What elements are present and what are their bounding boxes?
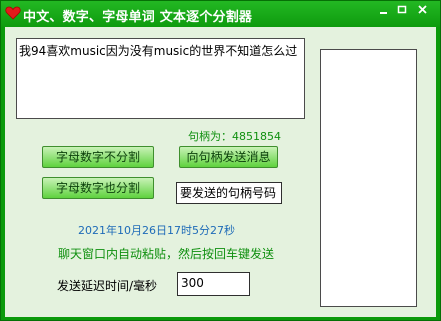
timestamp: 2021年10月26日17时5分27秒	[78, 224, 235, 237]
handle-label: 句柄为：4851854	[188, 130, 281, 143]
close-icon[interactable]	[415, 3, 431, 18]
split-letters-button[interactable]: 字母数字也分割	[42, 177, 154, 199]
window-title: 中文、数字、字母单词 文本逐个分割器	[23, 10, 253, 25]
delay-input[interactable]: 300	[177, 272, 250, 296]
delay-label: 发送延迟时间/毫秒	[57, 279, 158, 293]
maximize-icon[interactable]	[395, 3, 411, 18]
title-bar[interactable]: 中文、数字、字母单词 文本逐个分割器	[1, 1, 440, 27]
no-split-letters-button[interactable]: 字母数字不分割	[42, 146, 154, 168]
handle-number-input[interactable]: 要发送的句柄号码	[176, 182, 282, 204]
output-list[interactable]	[320, 49, 417, 307]
source-text-area[interactable]: 我94喜欢music因为没有music的世界不知道怎么过	[16, 38, 305, 119]
send-to-handle-button[interactable]: 向句柄发送消息	[179, 146, 278, 168]
hint-text: 聊天窗口内自动粘贴，然后按回车键发送	[58, 247, 275, 261]
minimize-icon[interactable]	[377, 3, 393, 18]
client-area: 我94喜欢music因为没有music的世界不知道怎么过 句柄为：4851854…	[5, 27, 436, 317]
heart-icon	[5, 5, 21, 21]
app-window: 中文、数字、字母单词 文本逐个分割器 我94喜欢music因为没有music的世…	[0, 0, 441, 321]
